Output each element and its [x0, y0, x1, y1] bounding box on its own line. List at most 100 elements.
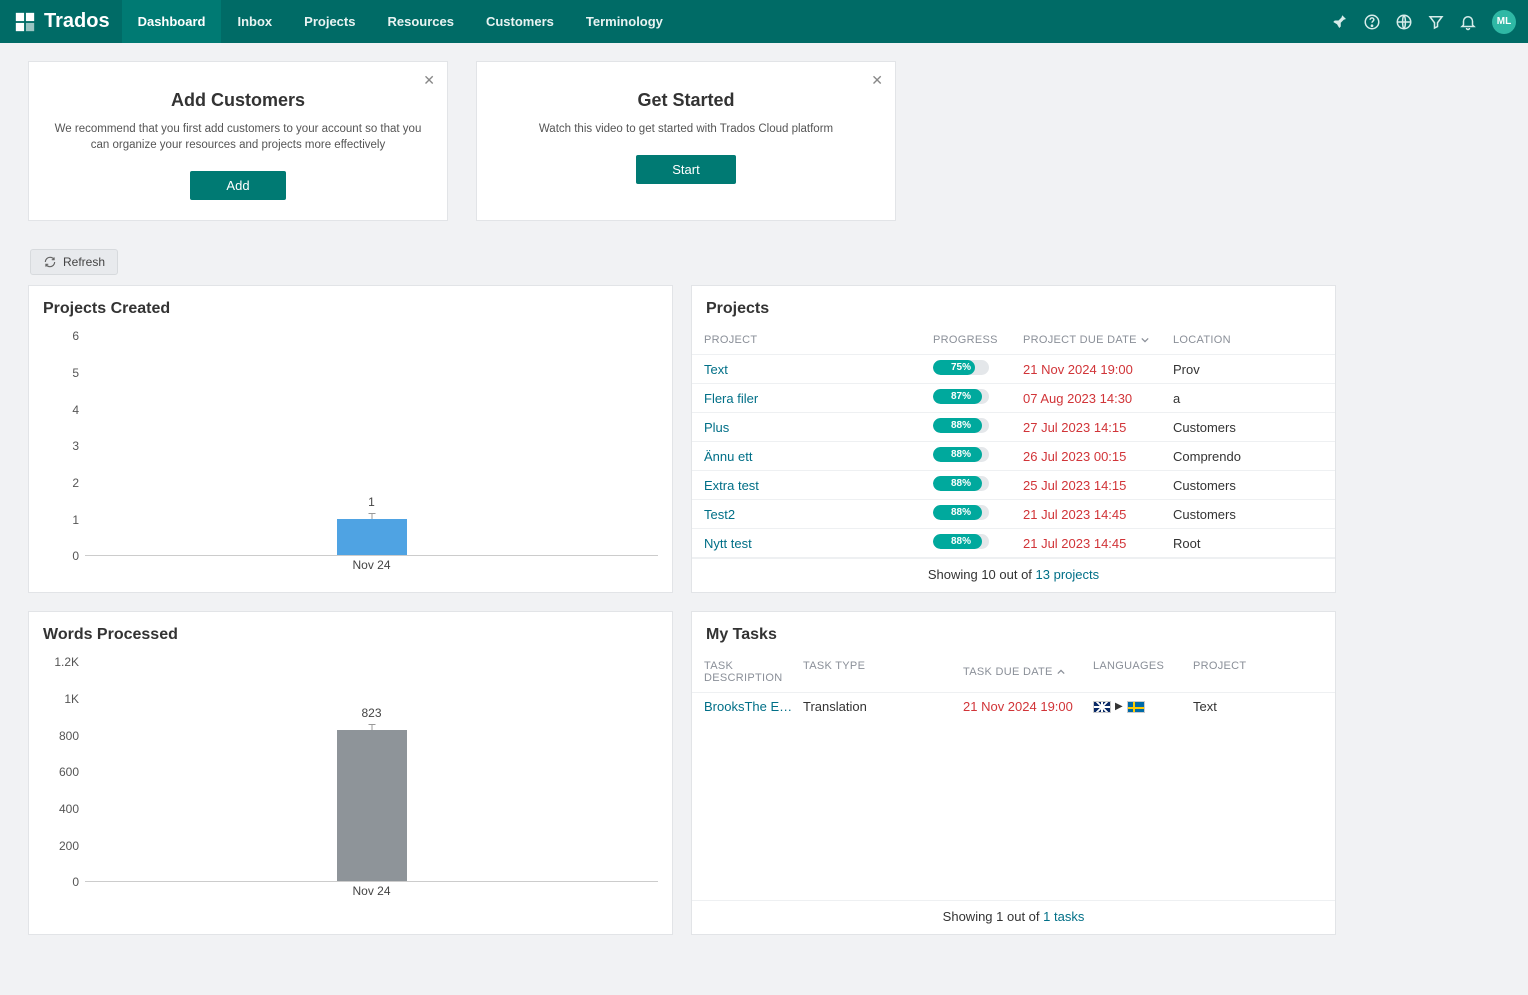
col-progress[interactable]: PROGRESS	[933, 334, 1023, 346]
location: a	[1173, 391, 1323, 406]
tasks-spacer	[692, 720, 1335, 900]
panel-title: Words Processed	[29, 612, 672, 654]
page-body: ✕ Add Customers We recommend that you fi…	[0, 43, 1528, 935]
add-button[interactable]: Add	[190, 171, 285, 200]
task-due: 21 Nov 2024 19:00	[963, 699, 1093, 714]
col-task-desc[interactable]: TASK DESCRIPTION	[704, 660, 803, 684]
progress-pill: 88%	[933, 534, 989, 549]
x-tick: Nov 24	[352, 558, 390, 572]
progress-cell: 88%	[933, 534, 1023, 552]
panel-title: My Tasks	[692, 612, 1335, 654]
project-name-link[interactable]: Nytt test	[704, 536, 933, 551]
project-name-link[interactable]: Flera filer	[704, 391, 933, 406]
due-date: 07 Aug 2023 14:30	[1023, 391, 1173, 406]
language-pair: ▶	[1093, 701, 1193, 713]
project-name-link[interactable]: Test2	[704, 507, 933, 522]
col-due[interactable]: PROJECT DUE DATE	[1023, 334, 1173, 346]
card-title: Get Started	[501, 90, 871, 111]
location: Prov	[1173, 362, 1323, 377]
panel-projects: Projects PROJECT PROGRESS PROJECT DUE DA…	[691, 285, 1336, 593]
col-project[interactable]: PROJECT	[704, 334, 933, 346]
avatar-initials: ML	[1497, 16, 1511, 27]
task-project: Text	[1193, 699, 1323, 714]
nav-dashboard[interactable]: Dashboard	[122, 0, 222, 43]
y-tick: 600	[43, 765, 79, 779]
nav-customers[interactable]: Customers	[470, 0, 570, 43]
bell-icon[interactable]	[1454, 8, 1482, 36]
location: Comprendo	[1173, 449, 1323, 464]
refresh-button[interactable]: Refresh	[30, 249, 118, 275]
progress-pill: 75%	[933, 360, 989, 375]
panel-words-processed: Words Processed 02004006008001K1.2K823No…	[28, 611, 673, 935]
help-icon[interactable]	[1358, 8, 1386, 36]
panel-my-tasks: My Tasks TASK DESCRIPTION TASK TYPE TASK…	[691, 611, 1336, 935]
location: Customers	[1173, 507, 1323, 522]
col-task-lang[interactable]: LANGUAGES	[1093, 660, 1193, 684]
task-desc-link[interactable]: BrooksThe Economy Isn't Broken…	[704, 699, 803, 714]
flag-icon	[1093, 701, 1111, 713]
col-task-project[interactable]: PROJECT	[1193, 660, 1323, 684]
refresh-icon	[43, 255, 57, 269]
task-type: Translation	[803, 699, 963, 714]
project-name-link[interactable]: Text	[704, 362, 933, 377]
due-date: 25 Jul 2023 14:15	[1023, 478, 1173, 493]
due-date: 26 Jul 2023 00:15	[1023, 449, 1173, 464]
nav-inbox[interactable]: Inbox	[221, 0, 288, 43]
y-tick: 200	[43, 839, 79, 853]
avatar[interactable]: ML	[1492, 10, 1516, 34]
projects-table-body[interactable]: Text75%21 Nov 2024 19:00ProvFlera filer8…	[692, 354, 1335, 558]
bar-value-label: 823	[361, 706, 381, 724]
nav-projects[interactable]: Projects	[288, 0, 371, 43]
top-nav: Trados Dashboard Inbox Projects Resource…	[0, 0, 1528, 43]
close-icon[interactable]: ✕	[423, 72, 435, 89]
col-task-type[interactable]: TASK TYPE	[803, 660, 963, 684]
projects-footer-link[interactable]: 13 projects	[1036, 567, 1100, 582]
arrow-right-icon: ▶	[1115, 701, 1123, 712]
panel-projects-created: Projects Created 01234561Nov 24	[28, 285, 673, 593]
progress-cell: 87%	[933, 389, 1023, 407]
globe-icon[interactable]	[1390, 8, 1418, 36]
y-tick: 1.2K	[43, 655, 79, 669]
chart-bar: 1	[337, 519, 407, 556]
y-tick: 400	[43, 802, 79, 816]
y-tick: 0	[43, 549, 79, 563]
panel-grid: Projects Created 01234561Nov 24 Projects…	[28, 285, 1520, 935]
pin-icon[interactable]	[1326, 8, 1354, 36]
table-row: Test288%21 Jul 2023 14:45Customers	[692, 499, 1335, 528]
due-date: 21 Nov 2024 19:00	[1023, 362, 1173, 377]
panel-title: Projects	[692, 286, 1335, 328]
progress-cell: 88%	[933, 505, 1023, 523]
project-name-link[interactable]: Plus	[704, 420, 933, 435]
projects-footer: Showing 10 out of 13 projects	[692, 558, 1335, 592]
filter-icon[interactable]	[1422, 8, 1450, 36]
nav-items: Dashboard Inbox Projects Resources Custo…	[122, 0, 679, 43]
sort-desc-icon	[1141, 336, 1149, 344]
table-row: Flera filer87% 07 Aug 2023 14:30a	[692, 383, 1335, 412]
tasks-footer-link[interactable]: 1 tasks	[1043, 909, 1084, 924]
progress-cell: 88%	[933, 418, 1023, 436]
start-button[interactable]: Start	[636, 155, 735, 184]
nav-resources[interactable]: Resources	[371, 0, 469, 43]
y-tick: 0	[43, 875, 79, 889]
tasks-table-body: BrooksThe Economy Isn't Broken…Translati…	[692, 692, 1335, 720]
due-date: 27 Jul 2023 14:15	[1023, 420, 1173, 435]
col-location[interactable]: LOCATION	[1173, 334, 1323, 346]
progress-pill: 88%	[933, 505, 989, 520]
y-tick: 1K	[43, 692, 79, 706]
progress-pill: 87%	[933, 389, 989, 404]
sort-asc-icon	[1057, 668, 1065, 676]
projects-table-header: PROJECT PROGRESS PROJECT DUE DATE LOCATI…	[692, 328, 1335, 354]
col-task-due[interactable]: TASK DUE DATE	[963, 660, 1093, 684]
table-row: Nytt test88%21 Jul 2023 14:45Root	[692, 528, 1335, 557]
nav-terminology[interactable]: Terminology	[570, 0, 679, 43]
brand[interactable]: Trados	[10, 0, 122, 43]
brand-icon	[14, 11, 36, 33]
project-name-link[interactable]: Ännu ett	[704, 449, 933, 464]
table-row: BrooksThe Economy Isn't Broken…Translati…	[692, 692, 1335, 720]
close-icon[interactable]: ✕	[871, 72, 883, 89]
flag-icon	[1127, 701, 1145, 713]
table-row: Plus88%27 Jul 2023 14:15Customers	[692, 412, 1335, 441]
card-body: Watch this video to get started with Tra…	[501, 121, 871, 137]
brand-text: Trados	[44, 10, 110, 33]
project-name-link[interactable]: Extra test	[704, 478, 933, 493]
